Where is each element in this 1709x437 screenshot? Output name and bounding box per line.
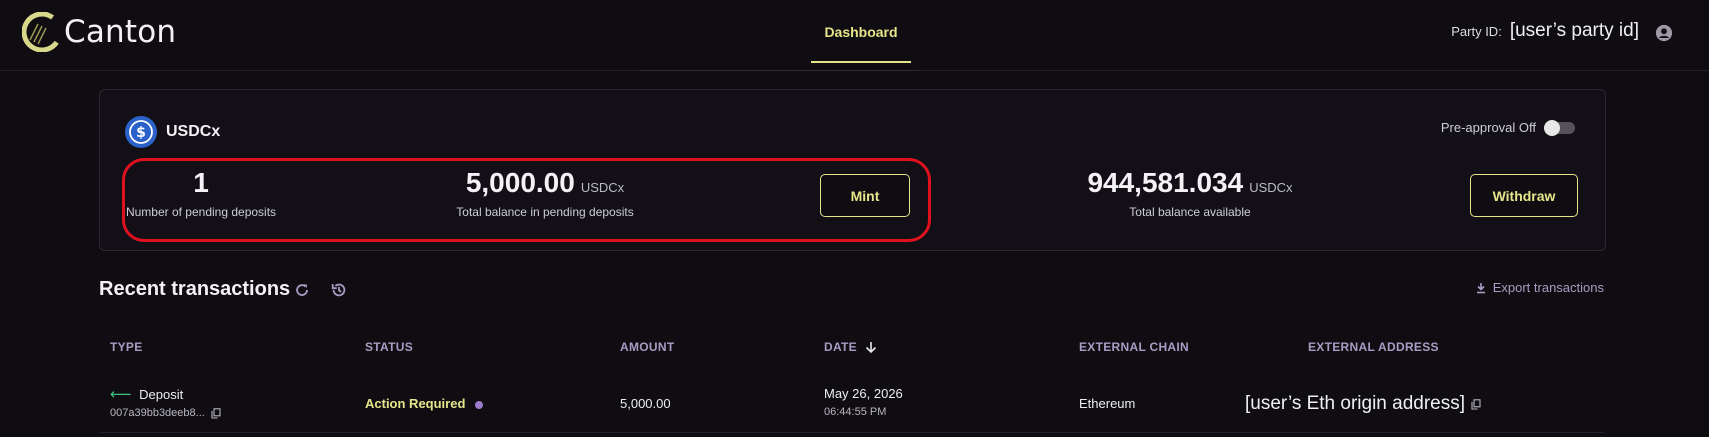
col-header-status: STATUS bbox=[365, 340, 414, 354]
party-id-value: [user’s party id] bbox=[1509, 20, 1639, 41]
copy-icon[interactable] bbox=[211, 407, 221, 419]
row-external-address-value: [user’s Eth origin address] bbox=[1245, 393, 1466, 414]
col-header-external-address: EXTERNAL ADDRESS bbox=[1308, 340, 1439, 354]
sort-arrow-down-icon[interactable] bbox=[865, 341, 877, 354]
col-header-date[interactable]: DATE bbox=[824, 340, 877, 354]
row-divider bbox=[99, 432, 1604, 433]
col-header-amount: AMOUNT bbox=[620, 340, 675, 354]
row-status: Action Required bbox=[365, 396, 484, 411]
tab-dashboard-label: Dashboard bbox=[824, 23, 898, 40]
svg-text:$: $ bbox=[136, 125, 146, 141]
history-icon[interactable] bbox=[330, 281, 348, 299]
row-type-label: Deposit bbox=[139, 387, 184, 402]
account-icon[interactable] bbox=[1655, 24, 1673, 42]
row-tx-id-value: 007a39bb3deeb8... bbox=[110, 407, 205, 419]
token-name: USDCx bbox=[166, 123, 221, 140]
highlight-annotation bbox=[122, 158, 931, 242]
token-header: $ USDCx bbox=[125, 116, 220, 148]
party-info: Party ID: [user’s party id] bbox=[1451, 20, 1639, 42]
deposit-arrow-icon: ⟵ bbox=[110, 386, 132, 403]
canton-logo-icon bbox=[22, 12, 62, 52]
row-time: 06:44:55 PM bbox=[824, 406, 887, 418]
app-name: Canton bbox=[64, 14, 177, 50]
row-external-address: [user’s Eth origin address] bbox=[1245, 393, 1481, 415]
refresh-icon[interactable] bbox=[293, 281, 311, 299]
usdcx-balance-card: $ USDCx Pre-approval Off 1 Number of pen… bbox=[99, 89, 1606, 251]
top-header: Canton Dashboard Party ID: [user’s party… bbox=[0, 0, 1709, 71]
preapproval-toggle[interactable] bbox=[1544, 119, 1575, 136]
canton-logo[interactable]: Canton bbox=[22, 12, 176, 52]
available-balance-label: Total balance available bbox=[1129, 205, 1251, 219]
preapproval-control[interactable]: Pre-approval Off bbox=[1440, 119, 1575, 136]
copy-address-icon[interactable] bbox=[1471, 398, 1481, 410]
col-header-external-chain: EXTERNAL CHAIN bbox=[1079, 340, 1189, 354]
export-transactions-label: Export transactions bbox=[1492, 280, 1604, 295]
available-balance: 944,581.034 USDCx Total balance available bbox=[1070, 167, 1310, 219]
withdraw-button[interactable]: Withdraw bbox=[1470, 174, 1578, 217]
export-transactions-link[interactable]: Export transactions bbox=[1475, 280, 1604, 295]
col-header-date-label: DATE bbox=[824, 340, 857, 354]
recent-transactions-title: Recent transactions bbox=[99, 278, 291, 300]
nav-divider bbox=[640, 70, 918, 71]
row-tx-id: 007a39bb3deeb8... bbox=[110, 407, 221, 419]
row-amount: 5,000.00 bbox=[620, 396, 671, 411]
usdc-coin-icon: $ bbox=[125, 116, 157, 148]
status-dot-icon bbox=[475, 400, 484, 409]
preapproval-label: Pre-approval Off bbox=[1440, 120, 1536, 135]
col-header-type: TYPE bbox=[110, 340, 143, 354]
download-icon bbox=[1476, 282, 1485, 293]
row-date: May 26, 2026 bbox=[824, 386, 903, 401]
row-status-label: Action Required bbox=[365, 396, 466, 411]
party-id-label: Party ID: bbox=[1451, 24, 1502, 39]
row-external-chain: Ethereum bbox=[1079, 396, 1136, 411]
tab-dashboard[interactable]: Dashboard bbox=[811, 0, 911, 63]
available-balance-unit: USDCx bbox=[1249, 180, 1293, 195]
available-balance-value: 944,581.034 bbox=[1087, 167, 1244, 198]
row-type: ⟵ Deposit bbox=[110, 385, 183, 403]
